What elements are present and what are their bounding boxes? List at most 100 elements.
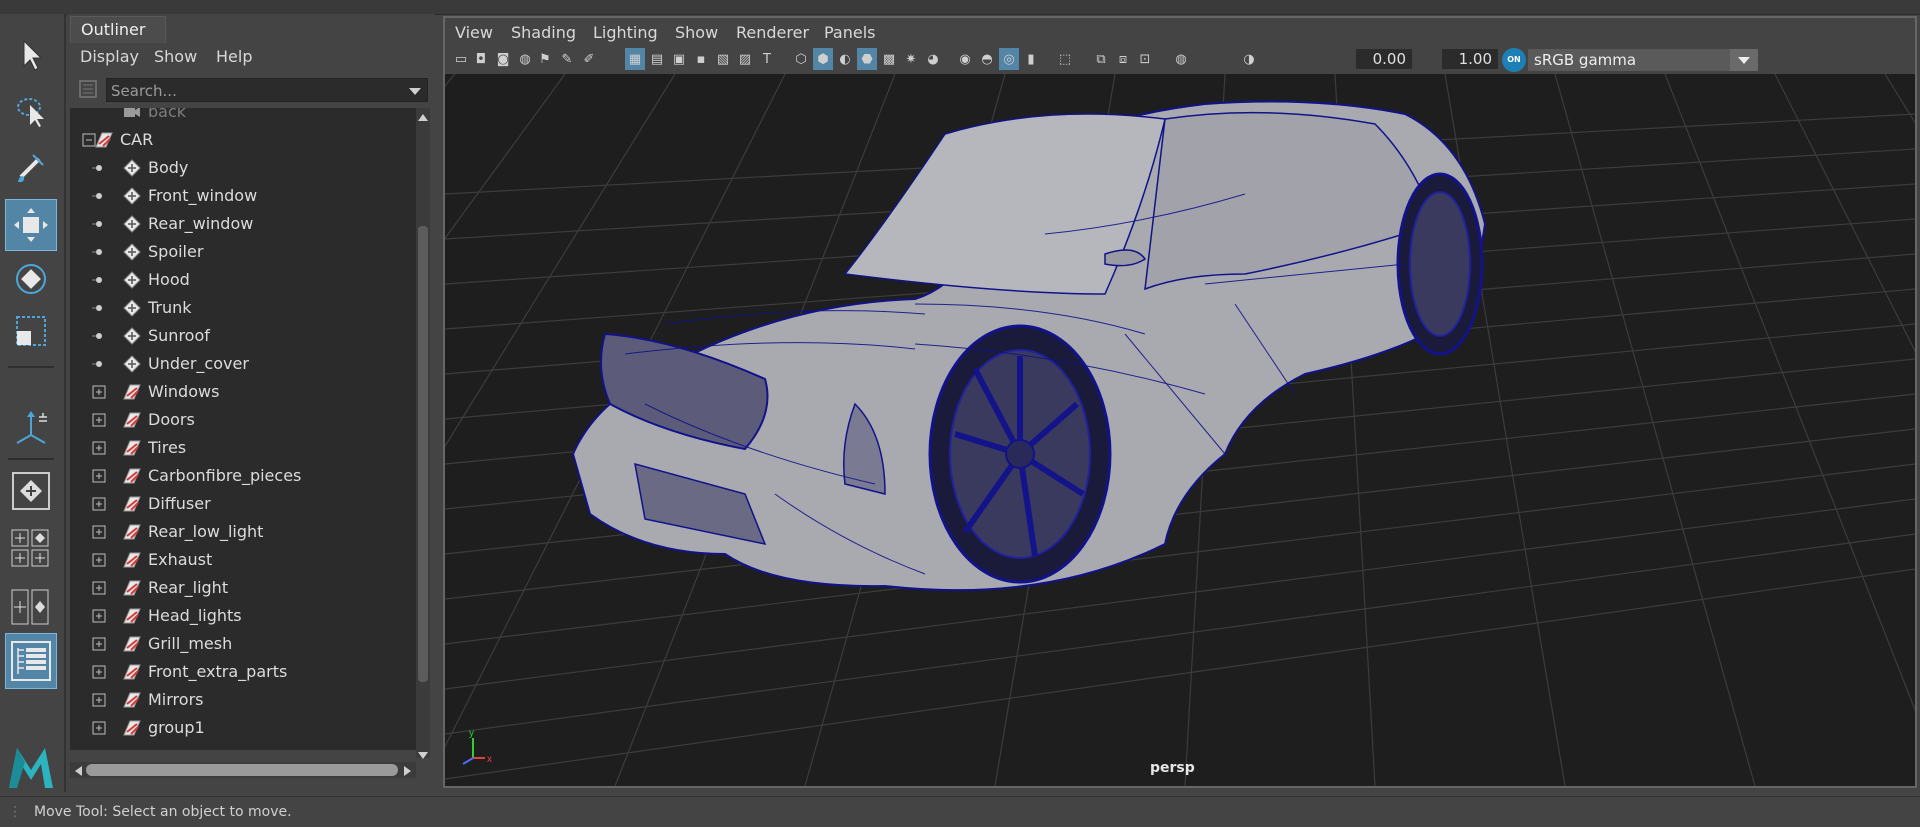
outliner-item-rear_light[interactable]: Rear_light [70, 574, 416, 602]
expand-plus-icon[interactable] [92, 637, 106, 651]
two-pane-layout-button[interactable] [6, 580, 56, 634]
expand-plus-icon[interactable] [92, 665, 106, 679]
outliner-item-grill_mesh[interactable]: Grill_mesh [70, 630, 416, 658]
expand-plus-icon[interactable] [92, 441, 106, 455]
color-space-dropdown[interactable]: sRGB gamma [1528, 49, 1758, 71]
outliner-item-under_cover[interactable]: Under_cover [70, 350, 416, 378]
scale-tool-button[interactable] [6, 306, 56, 356]
outliner-search-input[interactable]: Search... [106, 78, 428, 102]
menu-panels[interactable]: Panels [824, 20, 876, 46]
menu-display[interactable]: Display [80, 44, 139, 70]
single-pane-layout-button[interactable] [6, 466, 56, 516]
paint-select-tool-button[interactable] [6, 142, 56, 192]
expand-plus-icon[interactable] [92, 385, 106, 399]
expand-plus-icon[interactable] [92, 497, 106, 511]
ambient-occlusion-icon[interactable]: ◉ [955, 48, 975, 70]
resolution-gate-icon[interactable]: ▣ [669, 48, 689, 70]
safe-title-icon[interactable]: T [757, 48, 777, 70]
expand-plus-icon[interactable] [92, 693, 106, 707]
expand-plus-icon[interactable] [92, 721, 106, 735]
expand-plus-icon[interactable] [92, 581, 106, 595]
four-pane-layout-button[interactable] [6, 522, 56, 576]
outliner-item-front_extra_parts[interactable]: Front_extra_parts [70, 658, 416, 686]
color-space-dropdown-arrow[interactable] [1730, 49, 1758, 71]
film-gate-icon[interactable]: ▤ [647, 48, 667, 70]
outliner-item-spoiler[interactable]: Spoiler [70, 238, 416, 266]
image-plane-icon[interactable]: ◍ [515, 48, 535, 70]
bookmark-icon[interactable]: ◙ [493, 48, 513, 70]
default-material-icon[interactable]: ◐ [835, 48, 855, 70]
expand-plus-icon[interactable] [92, 413, 106, 427]
menu-view[interactable]: View [455, 20, 493, 46]
outliner-item-mirrors[interactable]: Mirrors [70, 686, 416, 714]
scroll-down-arrow-icon[interactable] [416, 746, 430, 759]
menu-renderer[interactable]: Renderer [736, 20, 809, 46]
two-d-pan-icon[interactable]: ✎ [557, 48, 577, 70]
camera-select-icon[interactable]: ▭ [451, 48, 471, 70]
gamma-icon[interactable]: ◑ [1239, 48, 1259, 70]
outliner-item-diffuser[interactable]: Diffuser [70, 490, 416, 518]
gamma-field[interactable]: 1.00 [1442, 49, 1498, 69]
outliner-item-body[interactable]: Body [70, 154, 416, 182]
outliner-item-windows[interactable]: Windows [70, 378, 416, 406]
scroll-right-arrow-icon[interactable] [402, 763, 414, 777]
lasso-tool-button[interactable] [6, 86, 56, 136]
menu-shading[interactable]: Shading [511, 20, 576, 46]
expand-plus-icon[interactable] [92, 553, 106, 567]
move-tool-button[interactable] [5, 199, 57, 251]
menu-show[interactable]: Show [154, 44, 197, 70]
outliner-item-car[interactable]: CAR [70, 126, 416, 154]
menu-help[interactable]: Help [216, 44, 252, 70]
field-chart-icon[interactable]: ▧ [713, 48, 733, 70]
outliner-layout-button[interactable] [5, 633, 57, 689]
safe-action-icon[interactable]: ▨ [735, 48, 755, 70]
outliner-item-rear_low_light[interactable]: Rear_low_light [70, 518, 416, 546]
outliner-horizontal-scroll-thumb[interactable] [86, 764, 398, 776]
outliner-item-doors[interactable]: Doors [70, 406, 416, 434]
xray-active-icon[interactable]: ⧈ [1113, 48, 1133, 70]
expand-plus-icon[interactable] [92, 525, 106, 539]
expand-plus-icon[interactable] [92, 609, 106, 623]
outliner-item-head_lights[interactable]: Head_lights [70, 602, 416, 630]
textured-icon[interactable]: ▩ [879, 48, 899, 70]
bookmark-flag-icon[interactable]: ⚑ [535, 48, 555, 70]
outliner-item-front_window[interactable]: Front_window [70, 182, 416, 210]
depth-of-field-icon[interactable]: ▮ [1021, 48, 1041, 70]
scroll-up-arrow-icon[interactable] [416, 108, 430, 121]
xray-icon[interactable]: ⧉ [1091, 48, 1111, 70]
last-tool-button[interactable] [6, 404, 56, 454]
wireframe-on-shaded-icon[interactable]: ⬣ [857, 48, 877, 70]
exposure-field[interactable]: 0.00 [1356, 49, 1412, 69]
use-lights-icon[interactable]: ✷ [901, 48, 921, 70]
camera-attributes-icon[interactable]: ◘ [471, 48, 491, 70]
outliner-item-group1[interactable]: group1 [70, 714, 416, 742]
wireframe-icon[interactable]: ⬡ [791, 48, 811, 70]
grease-pencil-icon[interactable]: ✐ [579, 48, 599, 70]
anti-aliasing-icon[interactable]: ◎ [999, 48, 1019, 70]
expand-plus-icon[interactable] [92, 469, 106, 483]
outliner-item-sunroof[interactable]: Sunroof [70, 322, 416, 350]
outliner-item-trunk[interactable]: Trunk [70, 294, 416, 322]
menu-lighting[interactable]: Lighting [593, 20, 658, 46]
gate-mask-icon[interactable]: ▪ [691, 48, 711, 70]
grid-toggle-icon[interactable]: ▦ [625, 48, 645, 70]
outliner-item-back[interactable]: back [70, 108, 416, 126]
outliner-tab[interactable]: Outliner [70, 16, 166, 43]
outliner-item-exhaust[interactable]: Exhaust [70, 546, 416, 574]
shadows-icon[interactable]: ◕ [923, 48, 943, 70]
outliner-vertical-scroll-thumb[interactable] [418, 226, 428, 682]
motion-blur-icon[interactable]: ◓ [977, 48, 997, 70]
outliner-item-carbonfibre_pieces[interactable]: Carbonfibre_pieces [70, 462, 416, 490]
smooth-shade-icon[interactable]: ⬢ [813, 48, 833, 70]
outliner-filter-icon[interactable] [78, 79, 98, 99]
scroll-left-arrow-icon[interactable] [72, 763, 84, 777]
xray-joints-icon[interactable]: ⊡ [1135, 48, 1155, 70]
select-tool-button[interactable] [6, 30, 56, 80]
outliner-item-tires[interactable]: Tires [70, 434, 416, 462]
viewport-canvas[interactable]: y x [445, 74, 1915, 786]
isolate-select-icon[interactable]: ⬚ [1055, 48, 1075, 70]
color-management-toggle[interactable]: ON [1502, 48, 1526, 72]
outliner-item-rear_window[interactable]: Rear_window [70, 210, 416, 238]
menu-show[interactable]: Show [675, 20, 718, 46]
rotate-tool-button[interactable] [6, 254, 56, 304]
